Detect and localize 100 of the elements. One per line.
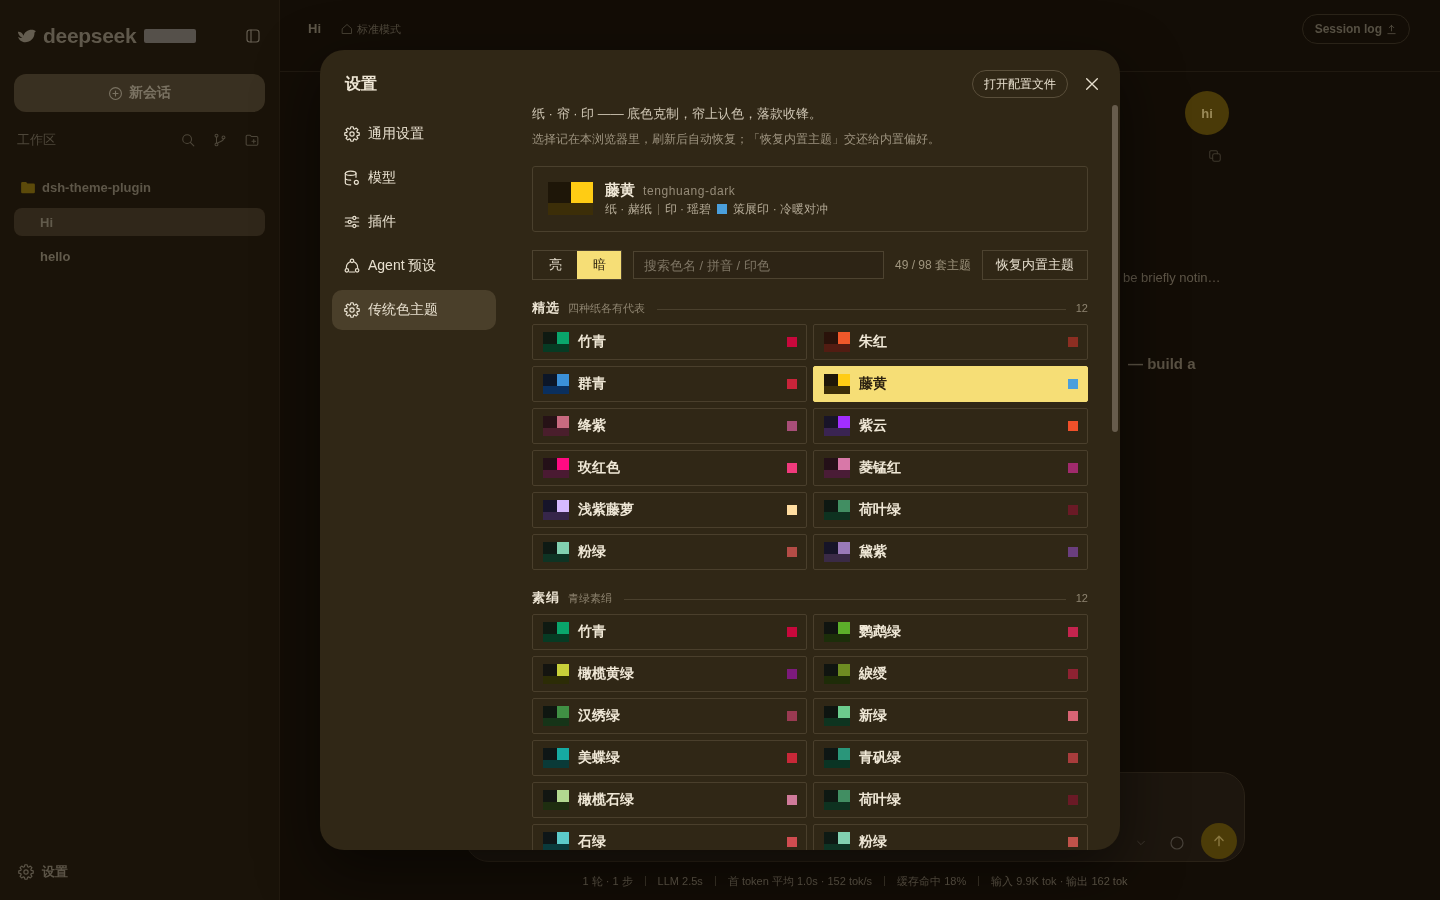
nav-item[interactable]: 插件 xyxy=(332,202,496,242)
theme-option[interactable]: 粉绿 xyxy=(813,824,1088,850)
swatch-icon xyxy=(543,706,569,726)
theme-option[interactable]: 鹦鹉绿 xyxy=(813,614,1088,650)
swatch-icon xyxy=(543,332,569,352)
search-field[interactable]: 搜索色名 / 拼音 / 印色 xyxy=(633,251,884,279)
nav-item[interactable]: 模型 xyxy=(332,158,496,198)
swatch-icon xyxy=(824,622,850,642)
swatch-icon xyxy=(543,542,569,562)
close-icon xyxy=(1084,76,1100,92)
theme-option[interactable]: 菱锰红 xyxy=(813,450,1088,486)
copy-icon[interactable] xyxy=(1208,149,1222,163)
gear-icon xyxy=(344,126,360,142)
gear-icon xyxy=(344,302,360,318)
scrollbar[interactable] xyxy=(1112,105,1118,432)
arrow-up-icon xyxy=(1212,834,1226,848)
theme-option[interactable]: 玫红色 xyxy=(532,450,807,486)
theme-slug: tenghuang-dark xyxy=(643,184,736,198)
swatch-icon xyxy=(824,664,850,684)
seal-label: 印 · 瑶碧 xyxy=(664,202,712,216)
swatch-icon xyxy=(543,622,569,642)
dialog-title: 设置 xyxy=(343,74,377,94)
search-icon[interactable] xyxy=(181,133,195,147)
user-avatar: hi xyxy=(1185,91,1229,135)
swatch-icon xyxy=(824,374,850,394)
theme-option[interactable]: 竹青 xyxy=(532,614,807,650)
theme-option[interactable]: 橄榄石绿 xyxy=(532,782,807,818)
send-button[interactable] xyxy=(1201,823,1237,859)
intro-text: 纸 · 帘 · 印 —— 底色克制，帘上认色，落款收锋。 xyxy=(532,105,824,123)
section-count: 12 xyxy=(1075,302,1088,314)
sliders-icon xyxy=(344,214,360,230)
nav-item[interactable]: 传统色主题 xyxy=(332,290,496,330)
theme-option[interactable]: 群青 xyxy=(532,366,807,402)
theme-option[interactable]: 浅紫藤萝 xyxy=(532,492,807,528)
swatch-icon xyxy=(543,458,569,478)
theme-option[interactable]: 綟绶 xyxy=(813,656,1088,692)
section-subtitle: 四种纸各有代表 xyxy=(568,300,645,316)
theme-option[interactable]: 荷叶绿 xyxy=(813,782,1088,818)
status-text: LLM 2.5s xyxy=(657,875,703,887)
theme-option[interactable]: 美蝶绿 xyxy=(532,740,807,776)
section-count: 12 xyxy=(1075,592,1088,604)
swatch-icon xyxy=(543,374,569,394)
theme-option[interactable]: 粉绿 xyxy=(532,534,807,570)
close-button[interactable] xyxy=(1084,76,1100,92)
message-text: be briefly notin… xyxy=(1123,270,1222,286)
theme-option[interactable]: 紫云 xyxy=(813,408,1088,444)
style-label: 策展印 · 冷暖对冲 xyxy=(733,202,828,216)
swatch-icon xyxy=(548,182,593,215)
theme-option[interactable]: 橄榄黄绿 xyxy=(532,656,807,692)
folder-add-icon[interactable] xyxy=(245,133,259,147)
swatch-icon xyxy=(824,832,850,850)
mode-tab[interactable]: 亮 xyxy=(533,251,577,279)
home-icon xyxy=(341,23,353,35)
swatch-icon xyxy=(824,332,850,352)
chat-title: Hi xyxy=(308,20,321,38)
theme-option[interactable]: 石绿 xyxy=(532,824,807,850)
branch-icon[interactable] xyxy=(213,133,227,147)
message-text: — build a xyxy=(1128,354,1197,374)
add-icon xyxy=(108,85,123,101)
swatch-icon xyxy=(824,458,850,478)
paper-label: 纸 · 赭纸 xyxy=(605,202,652,216)
swatch-icon xyxy=(824,500,850,520)
swatch-icon xyxy=(824,416,850,436)
sidebar-toggle-icon[interactable] xyxy=(245,28,261,44)
folder-icon xyxy=(20,179,36,195)
swatch-icon xyxy=(824,542,850,562)
ring-icon[interactable] xyxy=(1169,835,1185,851)
swatch-icon xyxy=(543,832,569,850)
theme-option[interactable]: 汉绣绿 xyxy=(532,698,807,734)
theme-option[interactable]: 朱红 xyxy=(813,324,1088,360)
swatch-icon xyxy=(543,790,569,810)
theme-option[interactable]: 竹青 xyxy=(532,324,807,360)
database-icon xyxy=(344,170,360,186)
section-subtitle: 青绿素绢 xyxy=(568,590,612,606)
swatch-icon xyxy=(824,790,850,810)
theme-name: 藤黄 xyxy=(605,182,635,198)
logo-tag xyxy=(144,29,197,43)
theme-option[interactable]: 黛紫 xyxy=(813,534,1088,570)
nav-item[interactable]: Agent 预设 xyxy=(332,246,496,286)
logo-text: deepseek xyxy=(43,24,137,48)
theme-option[interactable]: 藤黄 xyxy=(813,366,1088,402)
swatch-icon xyxy=(543,664,569,684)
restore-button[interactable]: 恢复内置主题 xyxy=(982,250,1088,280)
network-icon xyxy=(344,258,360,274)
hint-text: 选择记在本浏览器里，刷新后自动恢复；「恢复内置主题」交还给内置偏好。 xyxy=(532,131,941,148)
section-title: 素绢 xyxy=(532,589,560,607)
section-title: 精选 xyxy=(532,299,560,317)
nav-item[interactable]: 通用设置 xyxy=(332,114,496,154)
mode-tab[interactable]: 暗 xyxy=(577,251,621,279)
theme-option[interactable]: 荷叶绿 xyxy=(813,492,1088,528)
swatch-icon xyxy=(824,706,850,726)
swatch-icon xyxy=(543,416,569,436)
theme-count: 49 / 98 套主题 xyxy=(894,256,971,274)
theme-option[interactable]: 青矾绿 xyxy=(813,740,1088,776)
gear-icon xyxy=(18,864,34,880)
theme-option[interactable]: 绛紫 xyxy=(532,408,807,444)
swatch-icon xyxy=(543,748,569,768)
theme-option[interactable]: 新绿 xyxy=(813,698,1088,734)
upload-icon xyxy=(1386,23,1397,35)
swatch-icon xyxy=(543,500,569,520)
